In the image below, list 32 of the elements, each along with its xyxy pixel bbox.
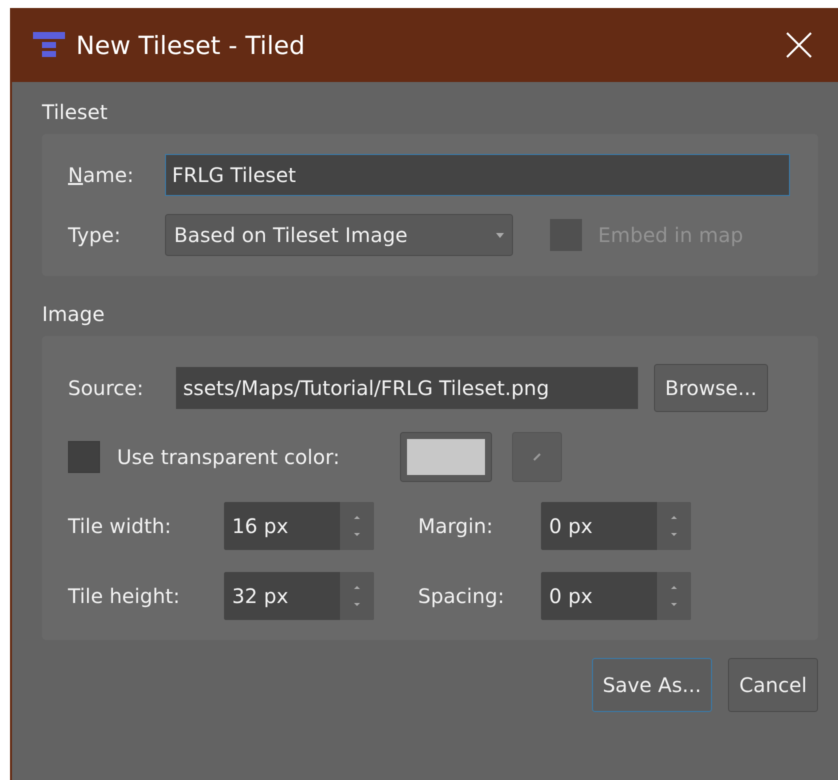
up-down-arrows-icon [353,584,361,608]
up-down-arrows-icon [670,514,678,538]
field-label: Tile height: [68,584,181,608]
field-label: Type: [68,223,122,247]
field-label: Margin: [418,514,494,538]
type-dropdown[interactable]: Based on Tileset Image [165,214,513,256]
app-logo-icon [32,30,66,60]
group-heading: Image [42,302,105,326]
field-label: Spacing: [418,584,506,608]
name-field[interactable]: FRLG Tileset [165,154,790,196]
checkbox-label: Use transparent color: [117,445,341,469]
browse-button[interactable]: Browse... [654,364,768,412]
color-swatch[interactable] [400,432,492,482]
spin-box[interactable]: 0 px [541,502,691,550]
dialog-button[interactable]: Save As... [592,658,712,712]
field-label: Tile width: [68,514,172,538]
dialog-button[interactable]: Cancel [728,658,818,712]
source-field[interactable]: ssets/Maps/Tutorial/FRLG Tileset.png [176,367,638,409]
transparent-color-checkbox[interactable] [68,441,100,473]
up-down-arrows-icon [353,514,361,538]
up-down-arrows-icon [670,584,678,608]
field-label: Source: [68,376,144,400]
color-picker-button[interactable] [512,432,562,482]
close-icon [786,32,812,58]
dropdown-arrow-icon [496,232,504,238]
spin-box[interactable]: 32 px [224,572,374,620]
spin-box[interactable]: 16 px [224,502,374,550]
close-button[interactable] [784,30,814,60]
field-label: Name: [68,163,135,187]
window-title: New Tileset - Tiled [76,30,306,60]
group-heading: Tileset [42,100,108,124]
spin-box[interactable]: 0 px [541,572,691,620]
